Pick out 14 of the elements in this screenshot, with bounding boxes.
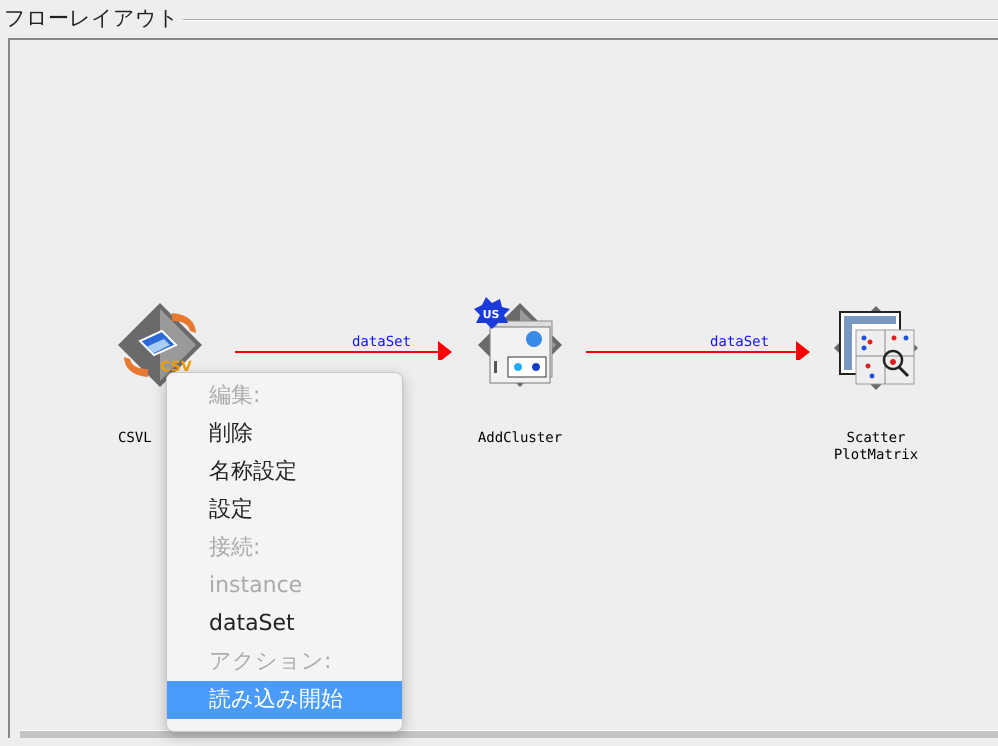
menu-item[interactable]: dataSet xyxy=(167,605,402,643)
menu-item[interactable]: 名称設定 xyxy=(167,453,402,491)
menu-section-header: 接続: xyxy=(208,534,262,562)
menu-section-header: アクション: xyxy=(208,648,332,676)
node-label: Scatter PlotMatrix xyxy=(832,430,920,464)
menu-item[interactable]: 削除 xyxy=(167,415,402,453)
menu-section-header: 編集: xyxy=(208,382,262,410)
connection-label: dataSet xyxy=(710,334,770,350)
connection-label: dataSet xyxy=(352,334,412,350)
panel-title: フローレイアウト xyxy=(4,5,179,32)
node-label: CSVL xyxy=(118,430,152,447)
scroll-bar[interactable] xyxy=(20,730,998,738)
menu-item[interactable]: 設定 xyxy=(167,491,402,529)
node-label: AddCluster xyxy=(476,430,564,447)
